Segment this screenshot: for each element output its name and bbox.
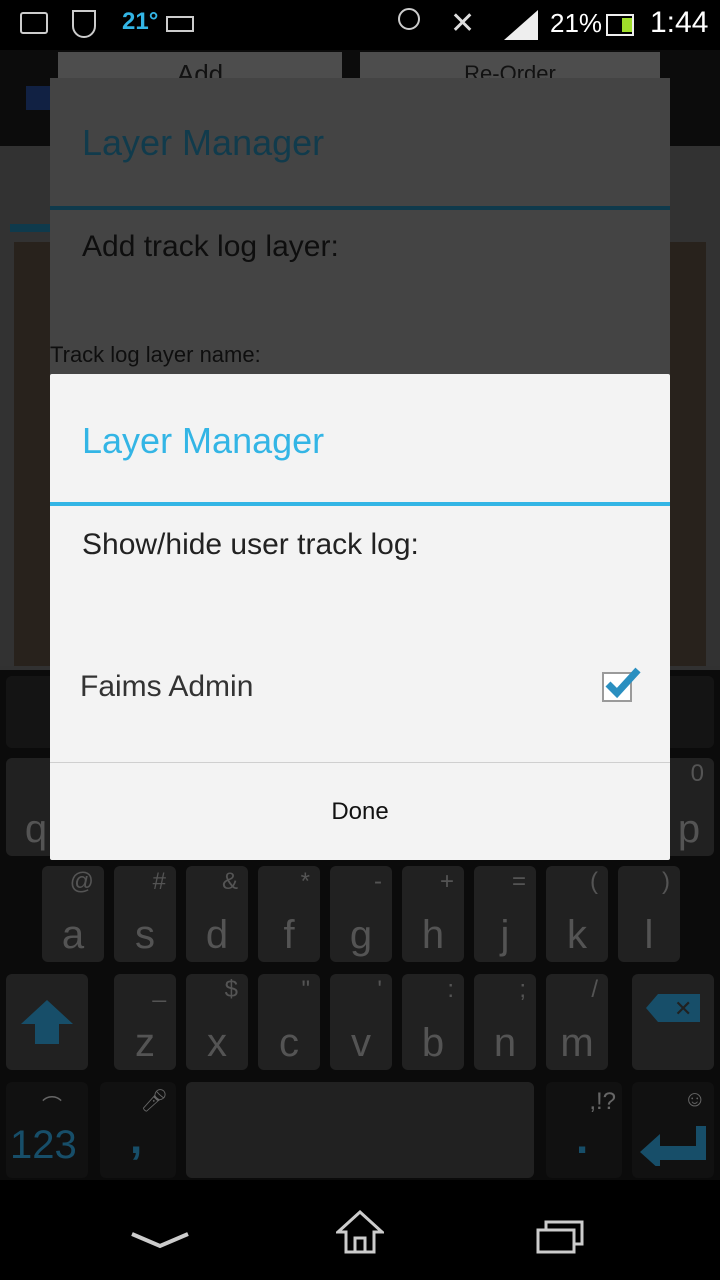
key-d[interactable]: & d: [186, 866, 248, 962]
status-bar: 21° ✕ 21% 1:44: [0, 0, 720, 50]
recent-apps-icon[interactable]: [536, 1220, 584, 1256]
temperature-text: 21°: [122, 8, 159, 35]
emoji-icon: ☺: [683, 1086, 706, 1111]
key-k[interactable]: (k: [546, 866, 608, 962]
key-h[interactable]: + h: [402, 866, 464, 962]
navigation-bar: [0, 1180, 720, 1280]
enter-key[interactable]: ☺: [632, 1082, 714, 1178]
battery-percent: 21%: [550, 8, 603, 38]
numbers-key[interactable]: ⌒ 123: [6, 1082, 88, 1178]
key-x[interactable]: $ x: [186, 974, 248, 1070]
app-logo: [26, 86, 50, 110]
checkmark-icon: [605, 667, 641, 699]
space-bar[interactable]: [186, 1082, 534, 1178]
backspace-icon: ✕: [646, 994, 700, 1022]
swiftkey-logo-icon: ⌒: [42, 1096, 62, 1118]
key-l[interactable]: ) l: [618, 866, 680, 962]
key-a[interactable]: @ a: [42, 866, 104, 962]
no-sync-icon: ✕: [450, 7, 476, 40]
map-strip-right: [670, 242, 706, 666]
key-p[interactable]: 0p: [664, 758, 714, 856]
key-j[interactable]: = j: [474, 866, 536, 962]
backspace-key[interactable]: ✕: [632, 974, 714, 1070]
battery-icon: [606, 14, 634, 36]
key-c[interactable]: " c: [258, 974, 320, 1070]
microphone-icon: 🎤︎: [140, 1088, 168, 1113]
track-log-checkbox[interactable]: [602, 667, 641, 702]
back-chevron-down-icon[interactable]: [130, 1230, 190, 1250]
key-z[interactable]: _ z: [114, 974, 176, 1070]
title-divider: [50, 502, 670, 506]
location-icon: [398, 8, 420, 30]
dialog-title: Layer Manager: [82, 420, 325, 461]
shift-key[interactable]: [6, 974, 88, 1070]
track-log-name-label: Track log layer name:: [50, 342, 261, 367]
suggestion-bar-right: [664, 676, 714, 748]
key-b[interactable]: :b: [402, 974, 464, 1070]
dialog-message: Add track log layer:: [82, 230, 339, 263]
keyboard-status-icon: [166, 16, 194, 32]
shield-icon: [72, 10, 96, 38]
map-strip-left: [14, 242, 50, 666]
message-icon: [20, 12, 48, 34]
key-n[interactable]: ; n: [474, 974, 536, 1070]
key-g[interactable]: -g: [330, 866, 392, 962]
title-divider: [50, 206, 670, 210]
signal-icon: [504, 10, 538, 45]
period-key[interactable]: ,!? .: [546, 1082, 622, 1178]
done-button[interactable]: Done: [50, 763, 670, 860]
comma-key[interactable]: 🎤︎ ,: [100, 1082, 176, 1178]
dialog-message: Show/hide user track log:: [82, 528, 419, 561]
layer-manager-dialog-back: Layer Manager Add track log layer:: [50, 78, 670, 378]
track-log-user-label[interactable]: Faims Admin: [80, 670, 253, 704]
layer-manager-dialog: Layer Manager Show/hide user track log: …: [50, 374, 670, 860]
enter-arrow-icon: [640, 1126, 706, 1166]
key-f[interactable]: * f: [258, 866, 320, 962]
svg-text:✕: ✕: [674, 997, 692, 1022]
shift-arrow-icon: [21, 1000, 73, 1044]
dialog-title: Layer Manager: [82, 122, 325, 163]
key-v[interactable]: ' v: [330, 974, 392, 1070]
clock: 1:44: [650, 6, 709, 39]
key-m[interactable]: / m: [546, 974, 608, 1070]
home-icon[interactable]: [336, 1210, 384, 1254]
key-s[interactable]: # s: [114, 866, 176, 962]
